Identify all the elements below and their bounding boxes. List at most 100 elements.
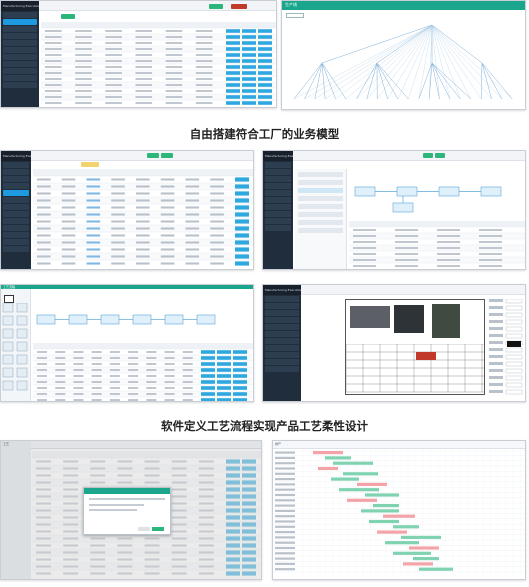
row-action-button bbox=[235, 240, 249, 245]
sidebar-item[interactable] bbox=[265, 338, 299, 344]
sidebar-item[interactable] bbox=[3, 61, 37, 67]
tab-home[interactable] bbox=[61, 14, 75, 19]
expand-button[interactable] bbox=[286, 13, 304, 18]
properties-panel bbox=[489, 299, 523, 395]
sidebar-item[interactable] bbox=[265, 352, 299, 358]
sidebar-item[interactable] bbox=[3, 232, 29, 238]
save-button[interactable] bbox=[423, 153, 433, 158]
cell-text bbox=[160, 248, 175, 251]
dialog bbox=[83, 487, 171, 535]
add-icon[interactable] bbox=[4, 295, 14, 303]
row-action-button bbox=[258, 77, 272, 81]
cell-text bbox=[37, 399, 48, 401]
confirm-button[interactable] bbox=[152, 527, 164, 531]
sidebar-item[interactable] bbox=[3, 12, 37, 18]
cell-text bbox=[45, 78, 62, 80]
sidebar-item[interactable] bbox=[265, 324, 299, 330]
sidebar-item[interactable] bbox=[265, 359, 299, 365]
product-image bbox=[432, 304, 460, 338]
sidebar-item[interactable] bbox=[3, 204, 29, 210]
sidebar-item[interactable] bbox=[3, 54, 37, 60]
sidebar-item[interactable] bbox=[3, 40, 37, 46]
cell-text bbox=[55, 393, 66, 395]
sidebar-item[interactable] bbox=[3, 82, 37, 88]
cell-text bbox=[86, 213, 101, 216]
sidebar-item[interactable] bbox=[265, 204, 291, 210]
sidebar-item[interactable] bbox=[265, 345, 299, 351]
cell-text bbox=[135, 84, 153, 86]
cell-text bbox=[136, 192, 150, 195]
row-action-button bbox=[226, 41, 240, 45]
sidebar-item[interactable] bbox=[265, 190, 291, 196]
sidebar-item[interactable] bbox=[3, 26, 37, 32]
sidebar-item[interactable] bbox=[265, 176, 291, 182]
cell-text bbox=[164, 393, 175, 395]
row-label bbox=[275, 499, 295, 502]
sidebar-item[interactable] bbox=[265, 225, 291, 231]
cell-text bbox=[111, 199, 125, 202]
cell-text bbox=[395, 235, 419, 237]
sidebar-item[interactable] bbox=[265, 218, 291, 224]
connector bbox=[431, 24, 503, 100]
cell-text bbox=[395, 253, 419, 255]
connector bbox=[397, 24, 433, 100]
gantt-bar bbox=[339, 488, 379, 492]
cell-text bbox=[86, 227, 101, 230]
save-button[interactable] bbox=[209, 4, 223, 9]
dialog-title-bar bbox=[84, 488, 170, 494]
refresh-button[interactable] bbox=[161, 153, 173, 158]
sidebar-item[interactable] bbox=[265, 162, 291, 168]
cell-text bbox=[86, 199, 101, 202]
cell-text bbox=[61, 234, 76, 237]
sidebar-item[interactable] bbox=[3, 225, 29, 231]
sidebar-item[interactable] bbox=[265, 366, 299, 372]
sidebar-item[interactable] bbox=[265, 317, 299, 323]
row-action-button bbox=[226, 95, 240, 99]
sidebar-item[interactable] bbox=[3, 197, 29, 203]
sidebar-item[interactable] bbox=[265, 197, 291, 203]
sidebar-item[interactable] bbox=[265, 296, 299, 302]
cell-text bbox=[395, 247, 419, 249]
sidebar-item[interactable] bbox=[3, 169, 29, 175]
sidebar-item[interactable] bbox=[3, 218, 29, 224]
caption-middle: 软件定义工艺流程实现产品工艺柔性设计 bbox=[161, 419, 368, 433]
sidebar-item[interactable] bbox=[265, 303, 299, 309]
tab-active[interactable] bbox=[81, 162, 99, 167]
sidebar-item[interactable] bbox=[3, 19, 37, 25]
sidebar-item[interactable] bbox=[265, 310, 299, 316]
cell-text bbox=[109, 381, 120, 383]
sidebar-item[interactable] bbox=[3, 162, 29, 168]
sidebar-item[interactable] bbox=[3, 183, 29, 189]
sidebar-item[interactable] bbox=[3, 33, 37, 39]
cell-text bbox=[45, 96, 62, 98]
connector bbox=[356, 62, 378, 100]
sidebar-item[interactable] bbox=[3, 68, 37, 74]
property-value bbox=[505, 368, 523, 374]
cell-text bbox=[136, 213, 150, 216]
save-button[interactable] bbox=[147, 153, 159, 158]
sidebar-item[interactable] bbox=[265, 211, 291, 217]
connector bbox=[429, 24, 433, 100]
sidebar-item[interactable] bbox=[3, 211, 29, 217]
close-button[interactable] bbox=[231, 4, 247, 9]
sidebar-item[interactable] bbox=[3, 246, 29, 252]
cell-text bbox=[195, 48, 213, 50]
cell-text bbox=[109, 363, 120, 365]
row-action-button bbox=[217, 398, 231, 401]
row-label bbox=[275, 478, 295, 481]
sidebar-item[interactable] bbox=[3, 176, 29, 182]
sidebar-item[interactable] bbox=[265, 331, 299, 337]
cancel-button[interactable] bbox=[138, 527, 150, 531]
cell-text bbox=[210, 241, 224, 244]
sidebar-item[interactable] bbox=[265, 169, 291, 175]
sidebar-item[interactable] bbox=[3, 190, 29, 196]
row-action-button bbox=[242, 65, 256, 69]
cell-text bbox=[128, 375, 139, 377]
cell-text bbox=[86, 255, 101, 258]
sidebar-item[interactable] bbox=[265, 183, 291, 189]
sidebar-item[interactable] bbox=[3, 47, 37, 53]
sidebar-item[interactable] bbox=[3, 75, 37, 81]
cell-text bbox=[165, 42, 183, 44]
publish-button[interactable] bbox=[435, 153, 445, 158]
sidebar-item[interactable] bbox=[3, 239, 29, 245]
